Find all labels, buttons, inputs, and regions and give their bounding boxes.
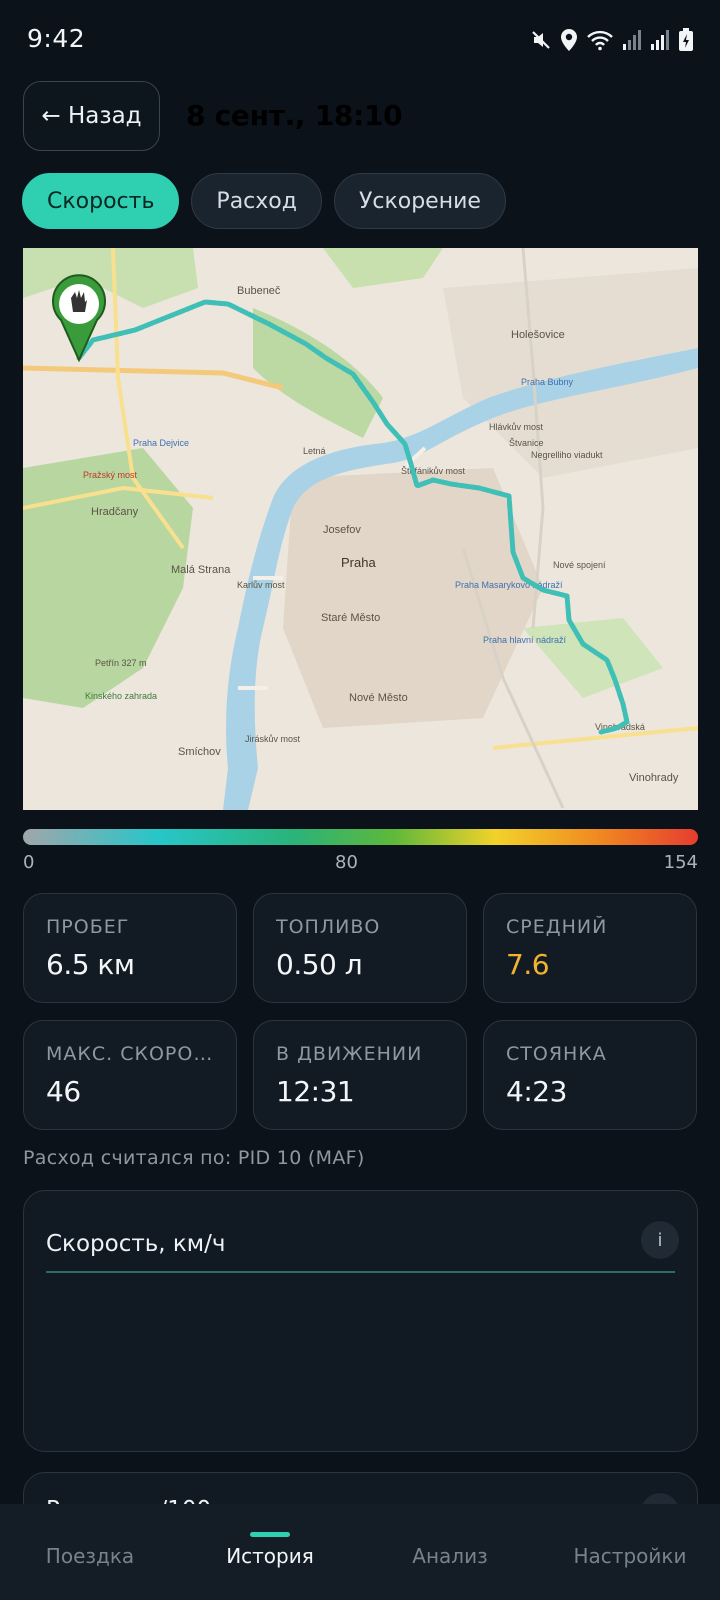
map-label: Praha Dejvice [133, 438, 189, 448]
signal-icon [650, 29, 670, 51]
nav-item-settings[interactable]: Настройки [540, 1504, 720, 1600]
location-icon [560, 28, 578, 52]
tab-consumption[interactable]: Расход [191, 173, 322, 229]
signal-icon [622, 29, 642, 51]
map-label: Letná [303, 446, 326, 456]
stat-label: МАКС. СКОРО... [46, 1043, 214, 1065]
nav-label: Анализ [412, 1544, 488, 1568]
metric-tabs: Скорость Расход Ускорение [22, 173, 506, 229]
info-button[interactable]: i [641, 1221, 679, 1259]
tab-acceleration[interactable]: Ускорение [333, 173, 506, 229]
map-label: Praha Bubny [521, 377, 574, 387]
stat-card-average: СРЕДНИЙ 7.6 [483, 893, 697, 1003]
stat-label: СТОЯНКА [506, 1043, 607, 1065]
battery-icon [678, 28, 694, 52]
scale-mid-label: 80 [335, 852, 358, 873]
stat-card-idle-time: СТОЯНКА 4:23 [483, 1020, 697, 1130]
nav-label: Настройки [573, 1544, 687, 1568]
map-label: Praha hlavní nádraží [483, 635, 567, 645]
stat-label: ПРОБЕГ [46, 916, 130, 938]
chart-divider [46, 1271, 675, 1273]
speed-color-scale [23, 829, 698, 845]
stat-value: 6.5 км [46, 948, 135, 981]
stat-label: В ДВИЖЕНИИ [276, 1043, 423, 1065]
mute-icon [530, 29, 552, 51]
nav-label: Поездка [45, 1544, 135, 1568]
stat-value: 7.6 [506, 948, 550, 981]
active-indicator [250, 1532, 290, 1537]
stat-value: 12:31 [276, 1075, 355, 1108]
map-label: Štvanice [509, 438, 544, 448]
map-label: Petřín 327 m [95, 658, 147, 668]
stat-card-distance: ПРОБЕГ 6.5 км [23, 893, 237, 1003]
map-label: Hradčany [91, 506, 139, 518]
stat-value: 46 [46, 1075, 81, 1108]
status-icons [530, 26, 694, 54]
map-label: Staré Město [321, 612, 380, 624]
stat-card-max-speed: МАКС. СКОРО... 46 [23, 1020, 237, 1130]
speed-scale-labels: 0 80 154 [23, 852, 698, 876]
map-label: Jiráskův most [245, 734, 301, 744]
map-canvas: Bubeneč Holešovice Praha Bubny Hradčany … [23, 248, 698, 810]
stat-label: СРЕДНИЙ [506, 916, 608, 938]
map-label: Praha [341, 555, 376, 570]
nav-item-history[interactable]: История [180, 1504, 360, 1600]
map-label: Bubeneč [237, 285, 281, 297]
status-bar: 9:42 [0, 0, 720, 80]
route-map[interactable]: Bubeneč Holešovice Praha Bubny Hradčany … [23, 248, 698, 810]
wifi-icon [586, 29, 614, 51]
stat-value: 0.50 л [276, 948, 363, 981]
nav-label: История [226, 1544, 314, 1568]
map-label: Smíchov [178, 746, 221, 758]
consumption-source-note: Расход считался по: PID 10 (MAF) [23, 1147, 365, 1169]
map-label: Pražský most [83, 470, 138, 480]
info-icon: i [657, 1229, 663, 1251]
trip-title: 8 сент., 18:10 [186, 99, 403, 132]
map-label: Negrelliho viadukt [531, 450, 603, 460]
scale-max-label: 154 [663, 852, 698, 873]
back-button-label: ← Назад [41, 103, 142, 129]
map-label: Karlův most [237, 580, 285, 590]
back-button[interactable]: ← Назад [23, 81, 160, 151]
map-label: Hlávkův most [489, 422, 544, 432]
stat-card-moving-time: В ДВИЖЕНИИ 12:31 [253, 1020, 467, 1130]
stat-label: ТОПЛИВО [276, 916, 381, 938]
map-label: Josefov [323, 524, 361, 536]
map-label: Holešovice [511, 329, 565, 341]
map-label: Malá Strana [171, 564, 231, 576]
trip-stats-grid: ПРОБЕГ 6.5 км ТОПЛИВО 0.50 л СРЕДНИЙ 7.6… [23, 893, 698, 1130]
stat-card-fuel: ТОПЛИВО 0.50 л [253, 893, 467, 1003]
scale-min-label: 0 [23, 852, 35, 873]
status-time: 9:42 [27, 24, 86, 53]
map-label: Vinohrady [629, 772, 679, 784]
bottom-navigation: Поездка История Анализ Настройки [0, 1504, 720, 1600]
chart-title: Скорость, км/ч [46, 1231, 226, 1257]
speed-chart-card: Скорость, км/ч i [23, 1190, 698, 1452]
tab-speed[interactable]: Скорость [22, 173, 180, 229]
nav-item-trip[interactable]: Поездка [0, 1504, 180, 1600]
stat-value: 4:23 [506, 1075, 567, 1108]
map-label: Nové Město [349, 692, 408, 704]
map-label: Kinského zahrada [85, 691, 157, 701]
map-label: Nové spojení [553, 560, 606, 570]
nav-item-analysis[interactable]: Анализ [360, 1504, 540, 1600]
